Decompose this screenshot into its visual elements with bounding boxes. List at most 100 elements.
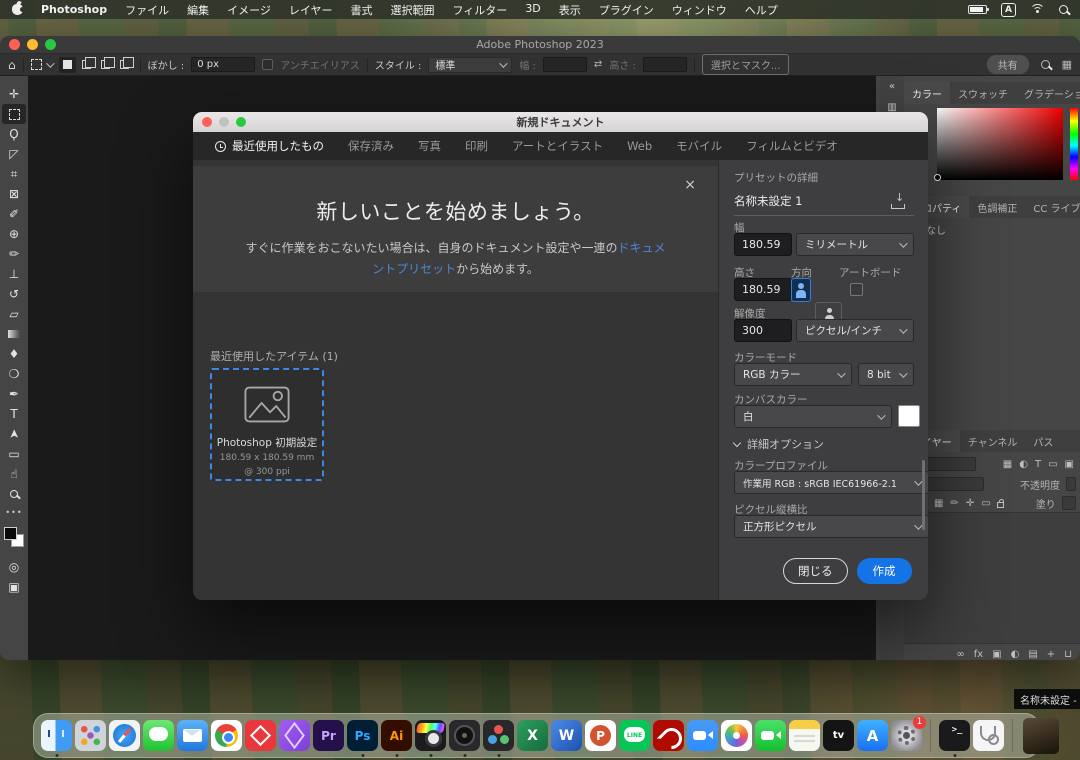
dock-chrome-icon[interactable] xyxy=(211,720,242,751)
dialog-tab-7[interactable]: フィルムとビデオ xyxy=(746,138,838,154)
unit-dropdown[interactable]: ミリメートル xyxy=(796,233,914,256)
properties-tab-2[interactable]: CC ライブラリ xyxy=(1025,196,1080,218)
color-tab-1[interactable]: スウォッチ xyxy=(950,82,1016,104)
layers-list[interactable] xyxy=(904,512,1080,644)
subtract-from-selection-button[interactable] xyxy=(97,57,114,73)
dock-line-icon[interactable]: LINE xyxy=(619,720,650,751)
dock-launchpad-icon[interactable] xyxy=(75,720,106,751)
dock-mail-icon[interactable] xyxy=(177,720,208,751)
more-tools-button[interactable]: ••• xyxy=(5,508,22,517)
dock-excel-icon[interactable]: X xyxy=(517,720,548,751)
layer-action-1-icon[interactable]: fx xyxy=(974,649,983,660)
canvas-color-dropdown[interactable]: 白 xyxy=(734,405,892,428)
dialog-tab-1[interactable]: 保存済み xyxy=(348,138,394,154)
bit-depth-dropdown[interactable]: 8 bit xyxy=(858,363,914,386)
layer-filter-4-icon[interactable]: ▣ xyxy=(1065,459,1074,470)
wifi-icon[interactable] xyxy=(1030,4,1045,15)
select-and-mask-button[interactable]: 選択とマスク... xyxy=(702,54,790,75)
menu-item-4[interactable]: 書式 xyxy=(351,2,373,18)
move-tool[interactable]: ✛ xyxy=(2,84,26,104)
dock-zoom-icon[interactable] xyxy=(687,720,718,751)
blur-tool[interactable]: ♦ xyxy=(2,344,26,364)
menu-item-10[interactable]: ウィンドウ xyxy=(672,2,727,18)
dodge-tool[interactable]: ❍ xyxy=(2,364,26,384)
dock-notes-icon[interactable] xyxy=(789,720,820,751)
dialog-tab-6[interactable]: モバイル xyxy=(676,138,722,154)
color-profile-dropdown[interactable]: 作業用 RGB : sRGB IEC61966-2.1 xyxy=(734,471,928,494)
lock-all-icon[interactable] xyxy=(997,502,1004,508)
color-field[interactable] xyxy=(937,108,1063,180)
pixel-aspect-dropdown[interactable]: 正方形ピクセル xyxy=(734,515,928,538)
path-selection-tool[interactable]: ➤ xyxy=(2,424,26,444)
apple-menu-icon[interactable] xyxy=(12,4,23,15)
dock-affinity-photo-icon[interactable] xyxy=(279,720,310,751)
dock-film-reel-app-icon[interactable] xyxy=(449,720,480,751)
layer-filter-3-icon[interactable]: ▭ xyxy=(1048,459,1057,470)
color-tab-2[interactable]: グラデーショ xyxy=(1016,82,1080,104)
dialog-tab-5[interactable]: Web xyxy=(627,139,652,153)
menu-item-5[interactable]: 選択範囲 xyxy=(391,2,435,18)
menu-item-6[interactable]: フィルター xyxy=(453,2,508,18)
dock-final-cut-pro-icon[interactable] xyxy=(415,720,446,751)
dock-photos-icon[interactable] xyxy=(721,720,752,751)
advanced-options-toggle[interactable]: 詳細オプション xyxy=(734,436,824,452)
menu-app-name[interactable]: Photoshop xyxy=(41,3,107,16)
style-dropdown[interactable]: 標準 xyxy=(428,57,512,73)
layer-filter-1-icon[interactable]: ◐ xyxy=(1019,459,1028,470)
properties-tab-1[interactable]: 色調補正 xyxy=(969,196,1025,218)
color-tab-0[interactable]: カラー xyxy=(904,82,950,104)
width-input[interactable] xyxy=(734,233,792,256)
antialias-checkbox[interactable] xyxy=(262,59,273,70)
canvas-color-swatch[interactable] xyxy=(898,405,920,427)
layer-action-0-icon[interactable]: ∞ xyxy=(956,649,964,660)
dock-powerpoint-icon[interactable]: P xyxy=(585,720,616,751)
layer-filter-2-icon[interactable]: T xyxy=(1035,459,1041,470)
fill-dropdown[interactable] xyxy=(1062,496,1076,510)
height-input[interactable] xyxy=(734,278,792,301)
dock-acrobat-icon[interactable] xyxy=(653,720,684,751)
dock-photoshop-icon[interactable]: Ps xyxy=(347,720,378,751)
dock-word-icon[interactable]: W xyxy=(551,720,582,751)
eyedropper-tool[interactable]: ✐ xyxy=(2,204,26,224)
input-source-icon[interactable]: A xyxy=(1001,3,1016,17)
gradient-tool[interactable] xyxy=(2,324,26,344)
layers-tab-1[interactable]: チャンネル xyxy=(960,430,1026,452)
dock-diagnostics-app-icon[interactable] xyxy=(973,720,1004,751)
menu-item-8[interactable]: 表示 xyxy=(559,2,581,18)
height-input[interactable] xyxy=(643,57,687,72)
dialog-title-bar[interactable]: 新規ドキュメント xyxy=(193,112,928,132)
dock-facetime-icon[interactable] xyxy=(755,720,786,751)
layer-lock-1-icon[interactable]: ✏ xyxy=(950,498,958,509)
portrait-orientation-button[interactable] xyxy=(791,278,811,302)
lasso-tool[interactable]: Ϙ xyxy=(2,124,26,144)
menu-item-11[interactable]: ヘルプ xyxy=(745,2,778,18)
dock-red-diamond-app-icon[interactable] xyxy=(245,720,276,751)
layer-action-4-icon[interactable]: ▤ xyxy=(1028,649,1037,660)
hand-tool[interactable]: ☝ xyxy=(2,464,26,484)
layer-action-6-icon[interactable]: ⊔ xyxy=(1064,649,1072,660)
window-title-bar[interactable]: Adobe Photoshop 2023 xyxy=(0,36,1080,54)
type-tool[interactable]: T xyxy=(2,404,26,424)
foreground-color-swatch[interactable] xyxy=(4,527,17,540)
dock-app-store-icon[interactable]: A xyxy=(857,720,888,751)
pen-tool[interactable]: ✒ xyxy=(2,384,26,404)
create-button[interactable]: 作成 xyxy=(857,558,912,584)
feather-input[interactable] xyxy=(191,57,255,72)
intersect-selection-button[interactable] xyxy=(116,57,133,73)
opacity-dropdown[interactable] xyxy=(1066,477,1076,491)
dock-messages-icon[interactable] xyxy=(143,720,174,751)
dialog-tab-2[interactable]: 写真 xyxy=(418,138,441,154)
battery-icon[interactable] xyxy=(968,5,987,14)
home-icon[interactable]: ⌂ xyxy=(8,58,16,72)
layer-lock-3-icon[interactable]: ▭ xyxy=(981,498,990,509)
workspace-switcher-icon[interactable]: ▦ xyxy=(1062,58,1072,71)
color-swatches[interactable] xyxy=(4,527,24,547)
dialog-tab-3[interactable]: 印刷 xyxy=(465,138,488,154)
resolution-input[interactable] xyxy=(734,319,792,342)
eraser-tool[interactable]: ▱ xyxy=(2,304,26,324)
share-button[interactable]: 共有 xyxy=(987,55,1029,74)
artboard-checkbox[interactable] xyxy=(850,283,863,296)
crop-tool[interactable]: ⌗ xyxy=(2,164,26,184)
save-preset-icon[interactable] xyxy=(891,195,905,209)
add-to-selection-button[interactable] xyxy=(78,57,95,73)
